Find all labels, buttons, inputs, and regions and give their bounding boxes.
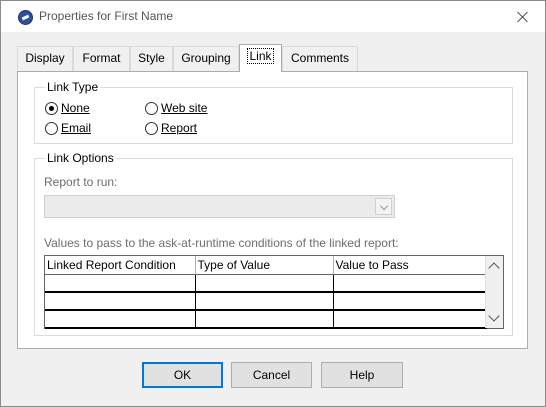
- tab-grouping[interactable]: Grouping: [173, 46, 239, 71]
- tab-format[interactable]: Format: [73, 46, 130, 71]
- report-to-run-label: Report to run:: [44, 175, 118, 189]
- grid-header-row: Linked Report Condition Type of Value Va…: [45, 256, 487, 275]
- title-bar: Properties for First Name: [1, 1, 545, 32]
- grid-cell[interactable]: [45, 310, 196, 329]
- report-to-run-select[interactable]: [44, 195, 395, 218]
- link-type-group: [34, 87, 513, 144]
- properties-dialog: Properties for First Name Display Format…: [0, 0, 546, 407]
- grid-row[interactable]: [45, 310, 487, 329]
- chevron-down-icon[interactable]: [375, 198, 392, 215]
- grid-cell[interactable]: [195, 274, 334, 293]
- chevron-up-icon[interactable]: [488, 262, 500, 274]
- radio-report-indicator[interactable]: [145, 121, 158, 135]
- grid-row[interactable]: [45, 274, 487, 293]
- column-header-value-to-pass[interactable]: Value to Pass: [333, 256, 487, 275]
- close-icon[interactable]: [509, 5, 537, 29]
- radio-email-indicator[interactable]: [45, 121, 58, 135]
- tab-comments[interactable]: Comments: [282, 46, 358, 71]
- grid-row[interactable]: [45, 292, 487, 311]
- linked-conditions-grid[interactable]: Linked Report Condition Type of Value Va…: [44, 255, 504, 329]
- radio-report[interactable]: Report: [145, 121, 197, 135]
- radio-web-site-indicator[interactable]: [145, 101, 158, 115]
- grid-vertical-scrollbar[interactable]: [485, 256, 503, 328]
- radio-web-site-label: Web site: [161, 101, 208, 115]
- grid-cell[interactable]: [195, 292, 334, 311]
- link-options-legend: Link Options: [45, 151, 116, 165]
- help-button[interactable]: Help: [321, 362, 403, 388]
- chevron-down-icon[interactable]: [488, 310, 500, 322]
- window-title: Properties for First Name: [39, 9, 174, 23]
- radio-report-label: Report: [161, 121, 198, 135]
- grid-cell[interactable]: [333, 274, 487, 293]
- app-globe-icon: [18, 10, 33, 25]
- tab-link[interactable]: Link: [239, 44, 282, 72]
- radio-web-site[interactable]: Web site: [145, 101, 207, 115]
- grid-cell[interactable]: [45, 274, 196, 293]
- link-type-legend: Link Type: [45, 80, 101, 94]
- link-tab-panel: Link Type None Web site Email Report Lin…: [17, 71, 528, 349]
- ok-button[interactable]: OK: [142, 362, 223, 388]
- grid-cell[interactable]: [45, 292, 196, 311]
- grid-cell[interactable]: [333, 310, 487, 329]
- radio-email[interactable]: Email: [45, 121, 91, 135]
- tab-display[interactable]: Display: [17, 46, 73, 71]
- grid-table: Linked Report Condition Type of Value Va…: [45, 256, 487, 329]
- cancel-button[interactable]: Cancel: [231, 362, 312, 388]
- grid-cell[interactable]: [333, 292, 487, 311]
- tab-style[interactable]: Style: [130, 46, 173, 71]
- radio-none-indicator[interactable]: [45, 101, 58, 115]
- grid-cell[interactable]: [195, 310, 334, 329]
- radio-none-label: None: [61, 101, 90, 115]
- column-header-type-of-value[interactable]: Type of Value: [195, 256, 334, 275]
- column-header-linked-report-condition[interactable]: Linked Report Condition: [45, 256, 196, 275]
- values-to-pass-label: Values to pass to the ask-at-runtime con…: [44, 236, 399, 250]
- radio-email-label: Email: [61, 121, 92, 135]
- radio-none[interactable]: None: [45, 101, 90, 115]
